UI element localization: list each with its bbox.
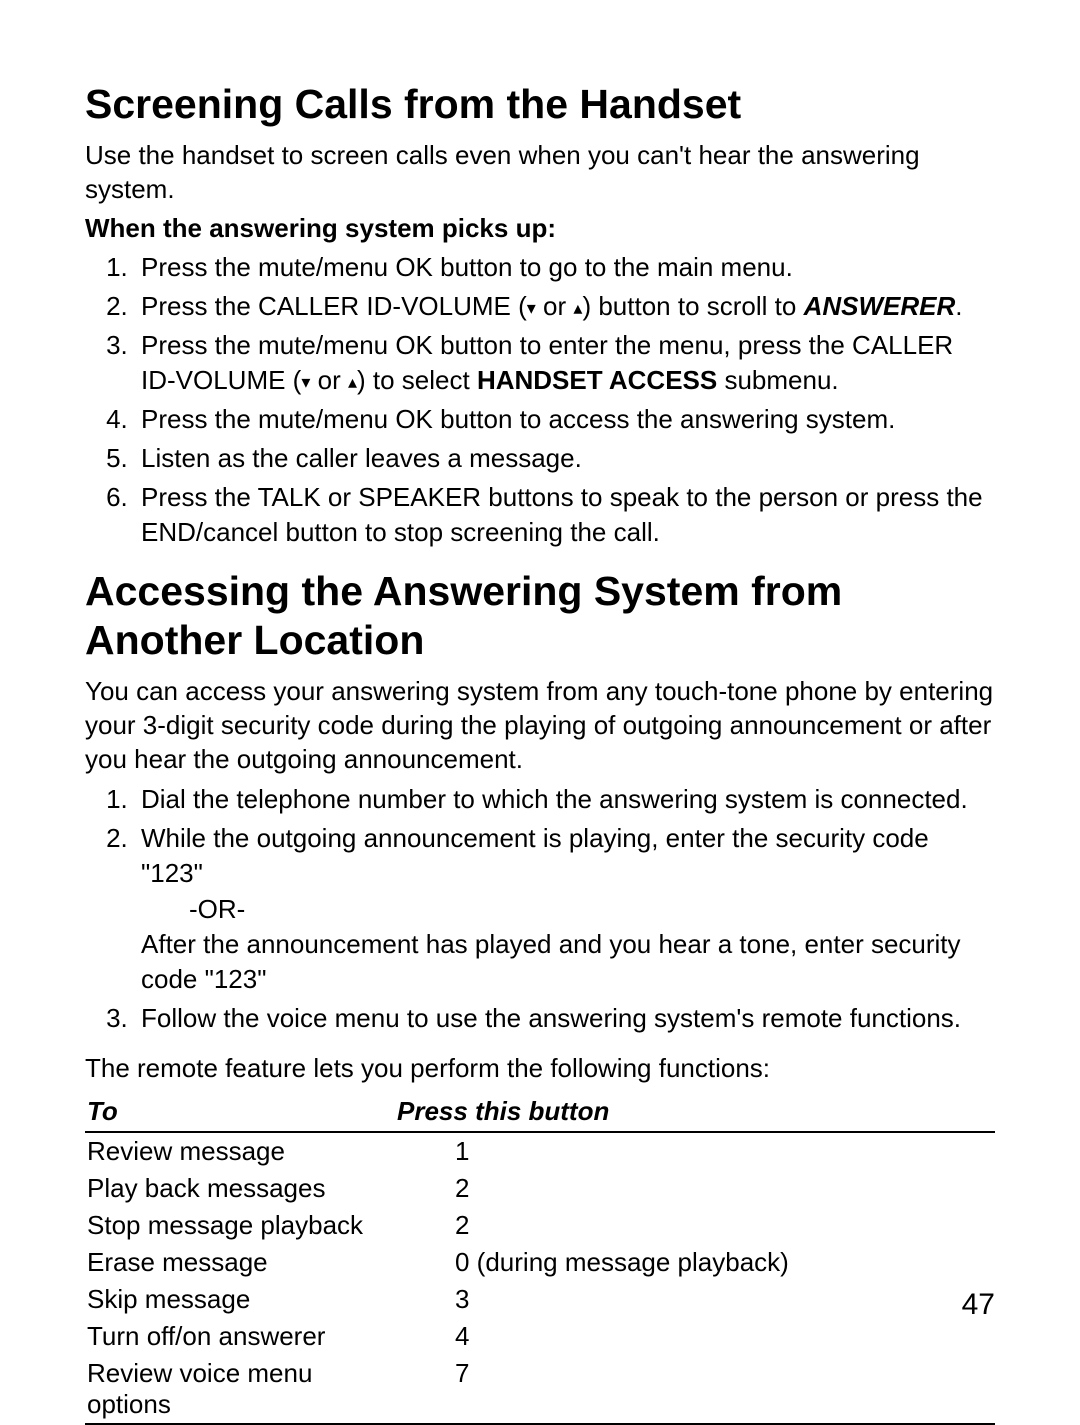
step1-2-text-c: ) button to scroll to	[582, 291, 803, 321]
cell-to: Erase message	[85, 1244, 395, 1281]
down-arrow-icon: ▾	[527, 299, 536, 317]
table-row: Skip message 3	[85, 1281, 995, 1318]
step1-3-text-c: ) to select	[357, 365, 477, 395]
cell-press: 7	[395, 1355, 995, 1424]
table-row: Erase message 0 (during message playback…	[85, 1244, 995, 1281]
handset-access-label: HANDSET ACCESS	[477, 365, 717, 395]
cell-to: Play back messages	[85, 1170, 395, 1207]
step1-5: Listen as the caller leaves a message.	[135, 441, 995, 476]
table-row: Stop message playback 2	[85, 1207, 995, 1244]
section2-heading: Accessing the Answering System from Anot…	[85, 567, 995, 665]
section1-intro: Use the handset to screen calls even whe…	[85, 139, 995, 207]
step1-2: Press the CALLER ID-VOLUME (▾ or ▴) butt…	[135, 289, 995, 324]
cell-press: 0 (during message playback)	[395, 1244, 995, 1281]
section1-subhead: When the answering system picks up:	[85, 213, 995, 244]
cell-press: 2	[395, 1207, 995, 1244]
cell-to: Review voice menu options	[85, 1355, 395, 1424]
table-header-to: To	[85, 1092, 395, 1132]
step1-1: Press the mute/menu OK button to go to t…	[135, 250, 995, 285]
up-arrow-icon: ▴	[348, 373, 357, 391]
step1-2-text-a: Press the CALLER ID-VOLUME (	[141, 291, 527, 321]
table-row: Review message 1	[85, 1132, 995, 1170]
section2-intro: You can access your answering system fro…	[85, 675, 995, 776]
cell-to: Turn off/on answerer	[85, 1318, 395, 1355]
section1-heading: Screening Calls from the Handset	[85, 80, 995, 129]
section1-steps-list: Press the mute/menu OK button to go to t…	[135, 250, 995, 551]
step1-6: Press the TALK or SPEAKER buttons to spe…	[135, 480, 995, 550]
table-header-press: Press this button	[395, 1092, 995, 1132]
table-row: Turn off/on answerer 4	[85, 1318, 995, 1355]
cell-to: Review message	[85, 1132, 395, 1170]
cell-press: 1	[395, 1132, 995, 1170]
step2-2-or: -OR-	[189, 892, 995, 927]
step1-3-text-b: or	[310, 365, 348, 395]
remote-functions-table: To Press this button Review message 1 Pl…	[85, 1092, 995, 1425]
page-number: 47	[962, 1288, 995, 1322]
cell-to: Stop message playback	[85, 1207, 395, 1244]
step2-2: While the outgoing announcement is playi…	[135, 821, 995, 996]
table-row: Review voice menu options 7	[85, 1355, 995, 1424]
cell-press: 2	[395, 1170, 995, 1207]
cell-to: Skip message	[85, 1281, 395, 1318]
cell-press: 3	[395, 1281, 995, 1318]
step2-1: Dial the telephone number to which the a…	[135, 782, 995, 817]
step2-3: Follow the voice menu to use the answeri…	[135, 1001, 995, 1036]
step2-2-text-b: After the announcement has played and yo…	[141, 927, 995, 997]
answerer-label: ANSWERER	[804, 291, 956, 321]
section2-steps-list: Dial the telephone number to which the a…	[135, 782, 995, 1036]
step2-2-text-a: While the outgoing announcement is playi…	[141, 823, 929, 888]
table-row: Play back messages 2	[85, 1170, 995, 1207]
step1-3: Press the mute/menu OK button to enter t…	[135, 328, 995, 398]
step1-2-text-d: .	[955, 291, 962, 321]
section2-followup: The remote feature lets you perform the …	[85, 1052, 995, 1086]
step1-4: Press the mute/menu OK button to access …	[135, 402, 995, 437]
step1-2-text-b: or	[536, 291, 574, 321]
cell-press: 4	[395, 1318, 995, 1355]
step1-3-text-d: submenu.	[717, 365, 838, 395]
